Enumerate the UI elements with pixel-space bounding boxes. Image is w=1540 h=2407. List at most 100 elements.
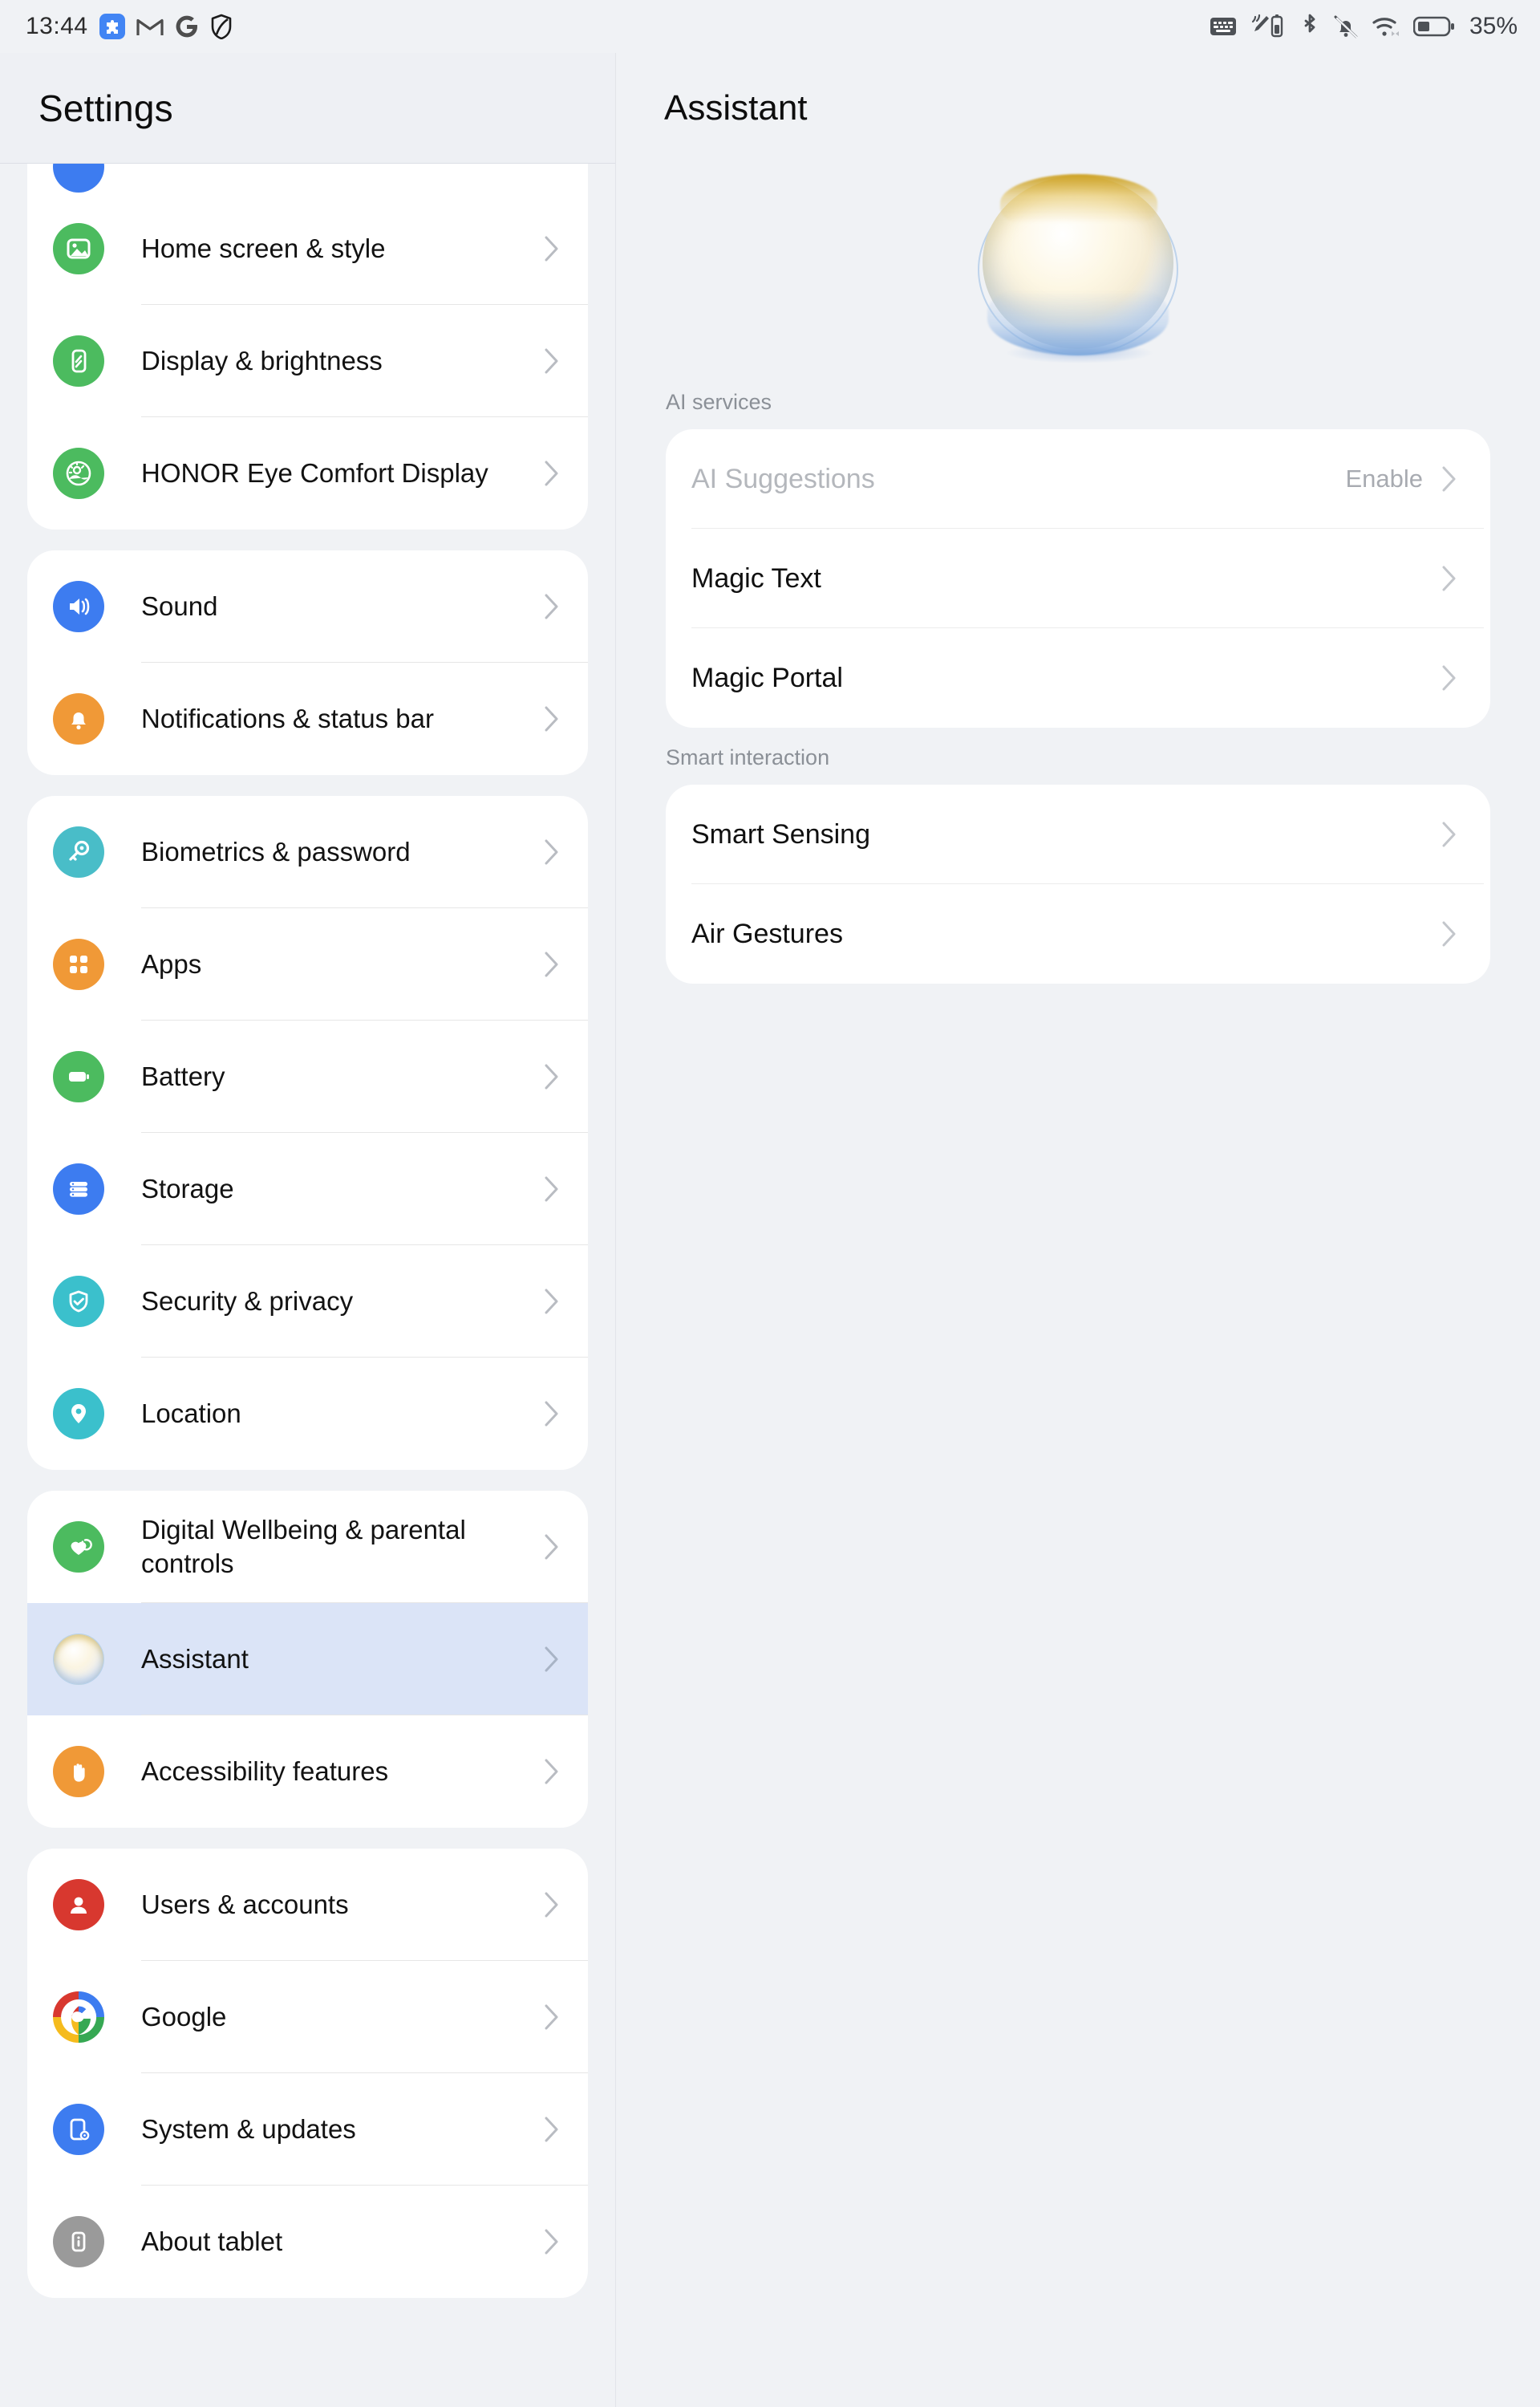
chevron-right-icon: [543, 459, 561, 488]
sidebar-scroll[interactable]: Home screen & style Display & brightness…: [0, 164, 615, 2407]
sidebar-group-assistant: Digital Wellbeing & parental controls As…: [27, 1491, 588, 1828]
chevron-right-icon: [543, 347, 561, 375]
sidebar-item-label: Sound: [141, 591, 218, 622]
chevron-right-icon: [543, 1890, 561, 1919]
sidebar-item-home-screen-style[interactable]: Home screen & style: [27, 193, 588, 305]
sidebar-item-storage[interactable]: Storage: [27, 1133, 588, 1245]
sidebar-item-label: Notifications & status bar: [141, 704, 434, 734]
sidebar-item-biometrics-password[interactable]: Biometrics & password: [27, 796, 588, 908]
detail-row-label: Magic Portal: [691, 662, 843, 693]
sidebar-item-users-accounts[interactable]: Users & accounts: [27, 1849, 588, 1961]
sidebar-item-google[interactable]: Google: [27, 1961, 588, 2073]
key-icon: [53, 826, 104, 878]
section-heading-smart-interaction: Smart interaction: [666, 745, 830, 769]
sidebar-item-notifications-status-bar[interactable]: Notifications & status bar: [27, 663, 588, 775]
sidebar-item-label: Security & privacy: [141, 1286, 354, 1317]
chevron-right-icon: [1441, 820, 1458, 849]
sidebar-item-security-privacy[interactable]: Security & privacy: [27, 1245, 588, 1358]
heart-wellbeing-icon: [53, 1521, 104, 1573]
detail-row-magic-text[interactable]: Magic Text: [666, 529, 1490, 628]
sidebar-item-battery[interactable]: Battery: [27, 1021, 588, 1133]
sidebar-item-label: Storage: [141, 1174, 234, 1204]
chevron-right-icon: [543, 1532, 561, 1561]
detail-row-air-gestures[interactable]: Air Gestures: [666, 884, 1490, 984]
sidebar-item-label: Accessibility features: [141, 1756, 389, 1787]
sidebar-item-label: Display & brightness: [141, 346, 383, 376]
sidebar-item-apps[interactable]: Apps: [27, 908, 588, 1021]
sidebar-group-display: Home screen & style Display & brightness…: [27, 164, 588, 530]
status-bar-left: 13:44: [26, 13, 233, 40]
sidebar-item-honor-eye-comfort-display[interactable]: HONOR Eye Comfort Display: [27, 417, 588, 530]
chevron-right-icon: [543, 1062, 561, 1091]
assistant-hero: [616, 164, 1540, 372]
page-title: Settings: [38, 87, 173, 129]
sidebar-header: Settings: [0, 53, 615, 164]
detail-row-magic-portal[interactable]: Magic Portal: [666, 628, 1490, 728]
detail-header: Assistant: [616, 53, 1540, 164]
detail-row-label: Air Gestures: [691, 918, 843, 949]
battery-percent-label: 35%: [1469, 13, 1518, 39]
info-tablet-icon: [53, 2216, 104, 2267]
sidebar-item-accessibility-features[interactable]: Accessibility features: [27, 1715, 588, 1828]
settings-screen: 13:44 35% Settings Home screen & style D…: [0, 0, 1540, 2407]
sidebar-item-display-brightness[interactable]: Display & brightness: [27, 305, 588, 417]
chevron-right-icon: [543, 704, 561, 733]
panel-smart-interaction: Smart Sensing Air Gestures: [666, 785, 1490, 984]
notifications-muted-icon: [1333, 14, 1359, 39]
sidebar-group-sound: Sound Notifications & status bar: [27, 550, 588, 775]
chevron-right-icon: [543, 1287, 561, 1316]
settings-sidebar: Settings Home screen & style Display & b…: [0, 53, 616, 2407]
sidebar-item-label: Apps: [141, 949, 202, 980]
sidebar-item-sound[interactable]: Sound: [27, 550, 588, 663]
clock: 13:44: [26, 13, 88, 39]
sidebar-item-partial-above[interactable]: [27, 164, 588, 193]
sidebar-item-label: Users & accounts: [141, 1889, 349, 1920]
detail-row-label: AI Suggestions: [691, 463, 875, 494]
chevron-right-icon: [1441, 664, 1458, 692]
detail-row-smart-sensing[interactable]: Smart Sensing: [666, 785, 1490, 884]
sidebar-item-assistant[interactable]: Assistant: [27, 1603, 588, 1715]
chevron-right-icon: [543, 950, 561, 979]
stylus-battery-icon: [1250, 14, 1287, 39]
sidebar-group-system: Biometrics & password Apps Battery Stora…: [27, 796, 588, 1470]
gmail-icon: [136, 15, 164, 38]
assistant-pearl-icon: [53, 1634, 104, 1685]
sidebar-item-about-tablet[interactable]: About tablet: [27, 2186, 588, 2298]
detail-row-label: Magic Text: [691, 562, 821, 594]
pearl-blue-rim: [987, 282, 1169, 355]
status-bar-right: 35%: [1210, 13, 1518, 40]
detail-row-ai-suggestions[interactable]: AI Suggestions Enable: [666, 429, 1490, 529]
system-update-icon: [53, 2104, 104, 2155]
wifi-icon: [1372, 14, 1400, 39]
panel-ai-services: AI Suggestions Enable Magic Text Magic P…: [666, 429, 1490, 728]
puzzle-extension-icon: [99, 14, 125, 39]
detail-row-label: Smart Sensing: [691, 818, 870, 850]
chevron-right-icon: [543, 1757, 561, 1786]
google-icon: [175, 14, 199, 39]
status-bar: 13:44 35%: [0, 0, 1540, 53]
sidebar-group-accounts: Users & accounts Google System & updates…: [27, 1849, 588, 2298]
shield-check-icon: [53, 1276, 104, 1327]
sidebar-item-label: Location: [141, 1398, 241, 1429]
chevron-right-icon: [1441, 465, 1458, 493]
assistant-pearl-hero-icon: [973, 168, 1183, 368]
sidebar-item-label: Digital Wellbeing & parental controls: [141, 1515, 466, 1578]
hand-icon: [53, 1746, 104, 1797]
chevron-right-icon: [543, 838, 561, 867]
sidebar-item-label: Assistant: [141, 1644, 249, 1674]
sidebar-item-label: Biometrics & password: [141, 837, 411, 867]
chevron-right-icon: [543, 2227, 561, 2256]
chevron-right-icon: [543, 2003, 561, 2032]
bluetooth-icon: [1299, 14, 1320, 39]
sidebar-item-system-updates[interactable]: System & updates: [27, 2073, 588, 2186]
section-heading-ai-services: AI services: [666, 390, 772, 414]
shield-icon: [210, 14, 233, 39]
sidebar-item-digital-wellbeing[interactable]: Digital Wellbeing & parental controls: [27, 1491, 588, 1603]
chevron-right-icon: [543, 2115, 561, 2144]
sidebar-item-location[interactable]: Location: [27, 1358, 588, 1470]
location-pin-icon: [53, 1388, 104, 1439]
keyboard-icon: [1210, 16, 1237, 37]
person-icon: [53, 1879, 104, 1930]
content-area: Settings Home screen & style Display & b…: [0, 53, 1540, 2407]
chevron-right-icon: [543, 1645, 561, 1674]
